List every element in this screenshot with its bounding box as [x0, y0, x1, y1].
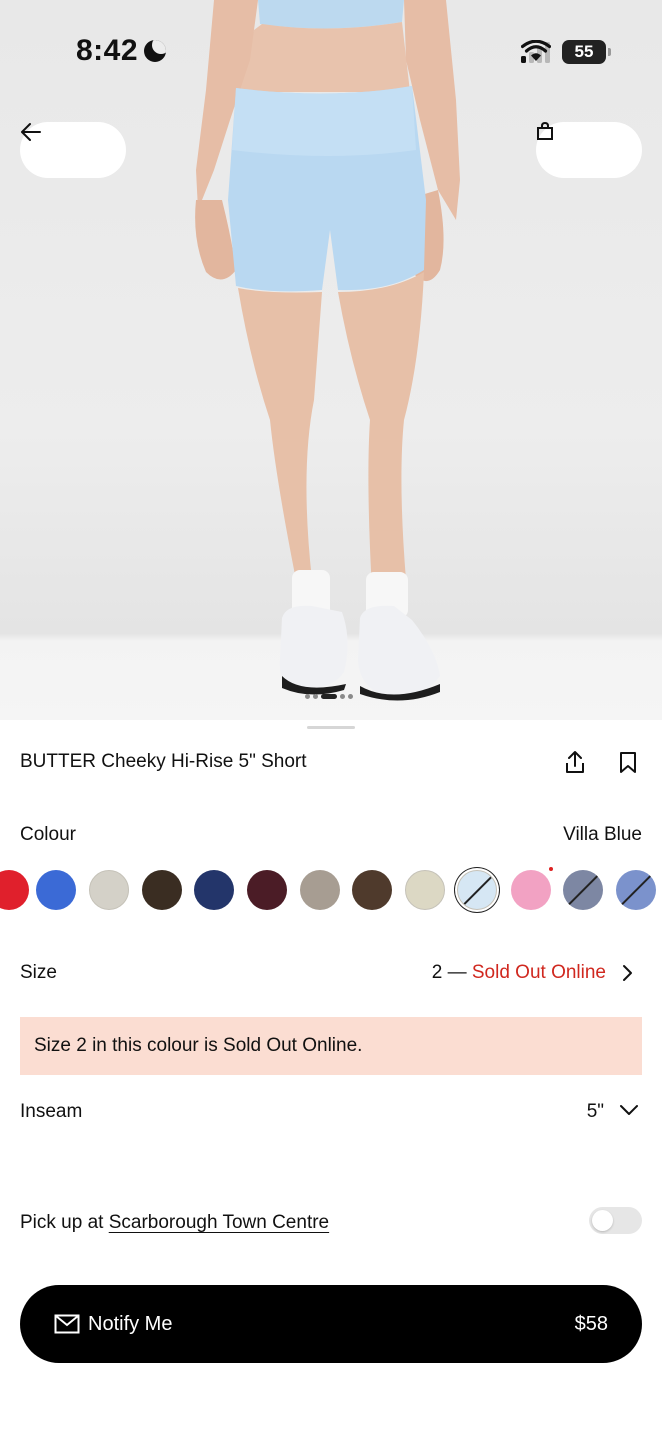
back-button[interactable]: [20, 122, 126, 178]
status-time: 8:42: [76, 34, 167, 68]
colour-swatch-list[interactable]: [0, 870, 662, 912]
size-label: Size: [20, 962, 57, 983]
back-arrow-icon: [21, 123, 41, 141]
battery-icon: 55: [562, 40, 611, 64]
colour-swatch[interactable]: [563, 870, 603, 910]
inseam-label: Inseam: [20, 1101, 83, 1122]
colour-swatch[interactable]: [247, 870, 287, 910]
sold-out-alert-text: Size 2 in this colour is Sold Out Online…: [34, 1035, 363, 1056]
share-icon: [566, 751, 584, 773]
battery-level: 55: [574, 42, 594, 61]
colour-swatch[interactable]: [0, 870, 29, 910]
pickup-store-link[interactable]: Scarborough Town Centre: [109, 1212, 329, 1233]
bookmark-button[interactable]: [618, 751, 638, 780]
inseam-value[interactable]: 5": [587, 1101, 604, 1123]
size-value: 2 —: [431, 962, 472, 983]
pickup-toggle[interactable]: [589, 1207, 642, 1234]
colour-value: Villa Blue: [563, 824, 642, 845]
status-indicators: 55: [521, 40, 611, 64]
pager-dot[interactable]: [313, 694, 318, 699]
unavailable-slash: [459, 873, 495, 909]
mail-icon: [54, 1314, 80, 1334]
notify-me-label: Notify Me: [88, 1312, 173, 1335]
moon-icon: [144, 40, 167, 62]
colour-swatch[interactable]: [194, 870, 234, 910]
chevron-right-icon: [623, 965, 632, 981]
inseam-dropdown[interactable]: [618, 1103, 640, 1122]
pager-dot[interactable]: [321, 694, 337, 699]
product-photo: [195, 0, 460, 701]
pager-dot[interactable]: [340, 694, 345, 699]
shopping-bag-button[interactable]: [536, 122, 642, 178]
pager-dot[interactable]: [348, 694, 353, 699]
colour-swatch[interactable]: [300, 870, 340, 910]
pager-dot[interactable]: [305, 694, 310, 699]
colour-swatch[interactable]: [89, 870, 129, 910]
status-time-text: 8:42: [76, 34, 139, 67]
pickup-row: Pick up at Scarborough Town Centre: [20, 1212, 329, 1234]
colour-swatch[interactable]: [616, 870, 656, 910]
colour-swatch[interactable]: [405, 870, 445, 910]
product-image[interactable]: 8:42 55: [0, 0, 662, 720]
colour-swatch[interactable]: [142, 870, 182, 910]
size-chevron[interactable]: [620, 963, 634, 988]
image-pager[interactable]: [305, 694, 353, 699]
product-title: BUTTER Cheeky Hi-Rise 5" Short: [20, 751, 307, 772]
unavailable-slash: [565, 872, 601, 908]
price: $58: [574, 1312, 608, 1335]
shopping-bag-icon: [537, 122, 553, 140]
colour-swatch[interactable]: [511, 870, 551, 910]
pickup-prefix: Pick up at: [20, 1212, 109, 1233]
bookmark-icon: [620, 752, 636, 773]
chevron-down-icon: [620, 1105, 638, 1115]
size-status: Sold Out Online: [471, 962, 606, 983]
size-selector[interactable]: 2 — Sold Out Online: [432, 962, 606, 984]
colour-swatch[interactable]: [352, 870, 392, 910]
unavailable-slash: [618, 872, 654, 908]
new-indicator-dot: [549, 867, 553, 871]
colour-swatch[interactable]: [457, 870, 497, 910]
colour-swatch[interactable]: [36, 870, 76, 910]
sold-out-alert: Size 2 in this colour is Sold Out Online…: [20, 1017, 642, 1075]
colour-label: Colour: [20, 824, 76, 845]
wifi-icon: [521, 40, 551, 61]
share-button[interactable]: [564, 750, 586, 779]
notify-me-button[interactable]: Notify Me $58: [20, 1285, 642, 1363]
sheet-grabber[interactable]: [307, 726, 355, 729]
